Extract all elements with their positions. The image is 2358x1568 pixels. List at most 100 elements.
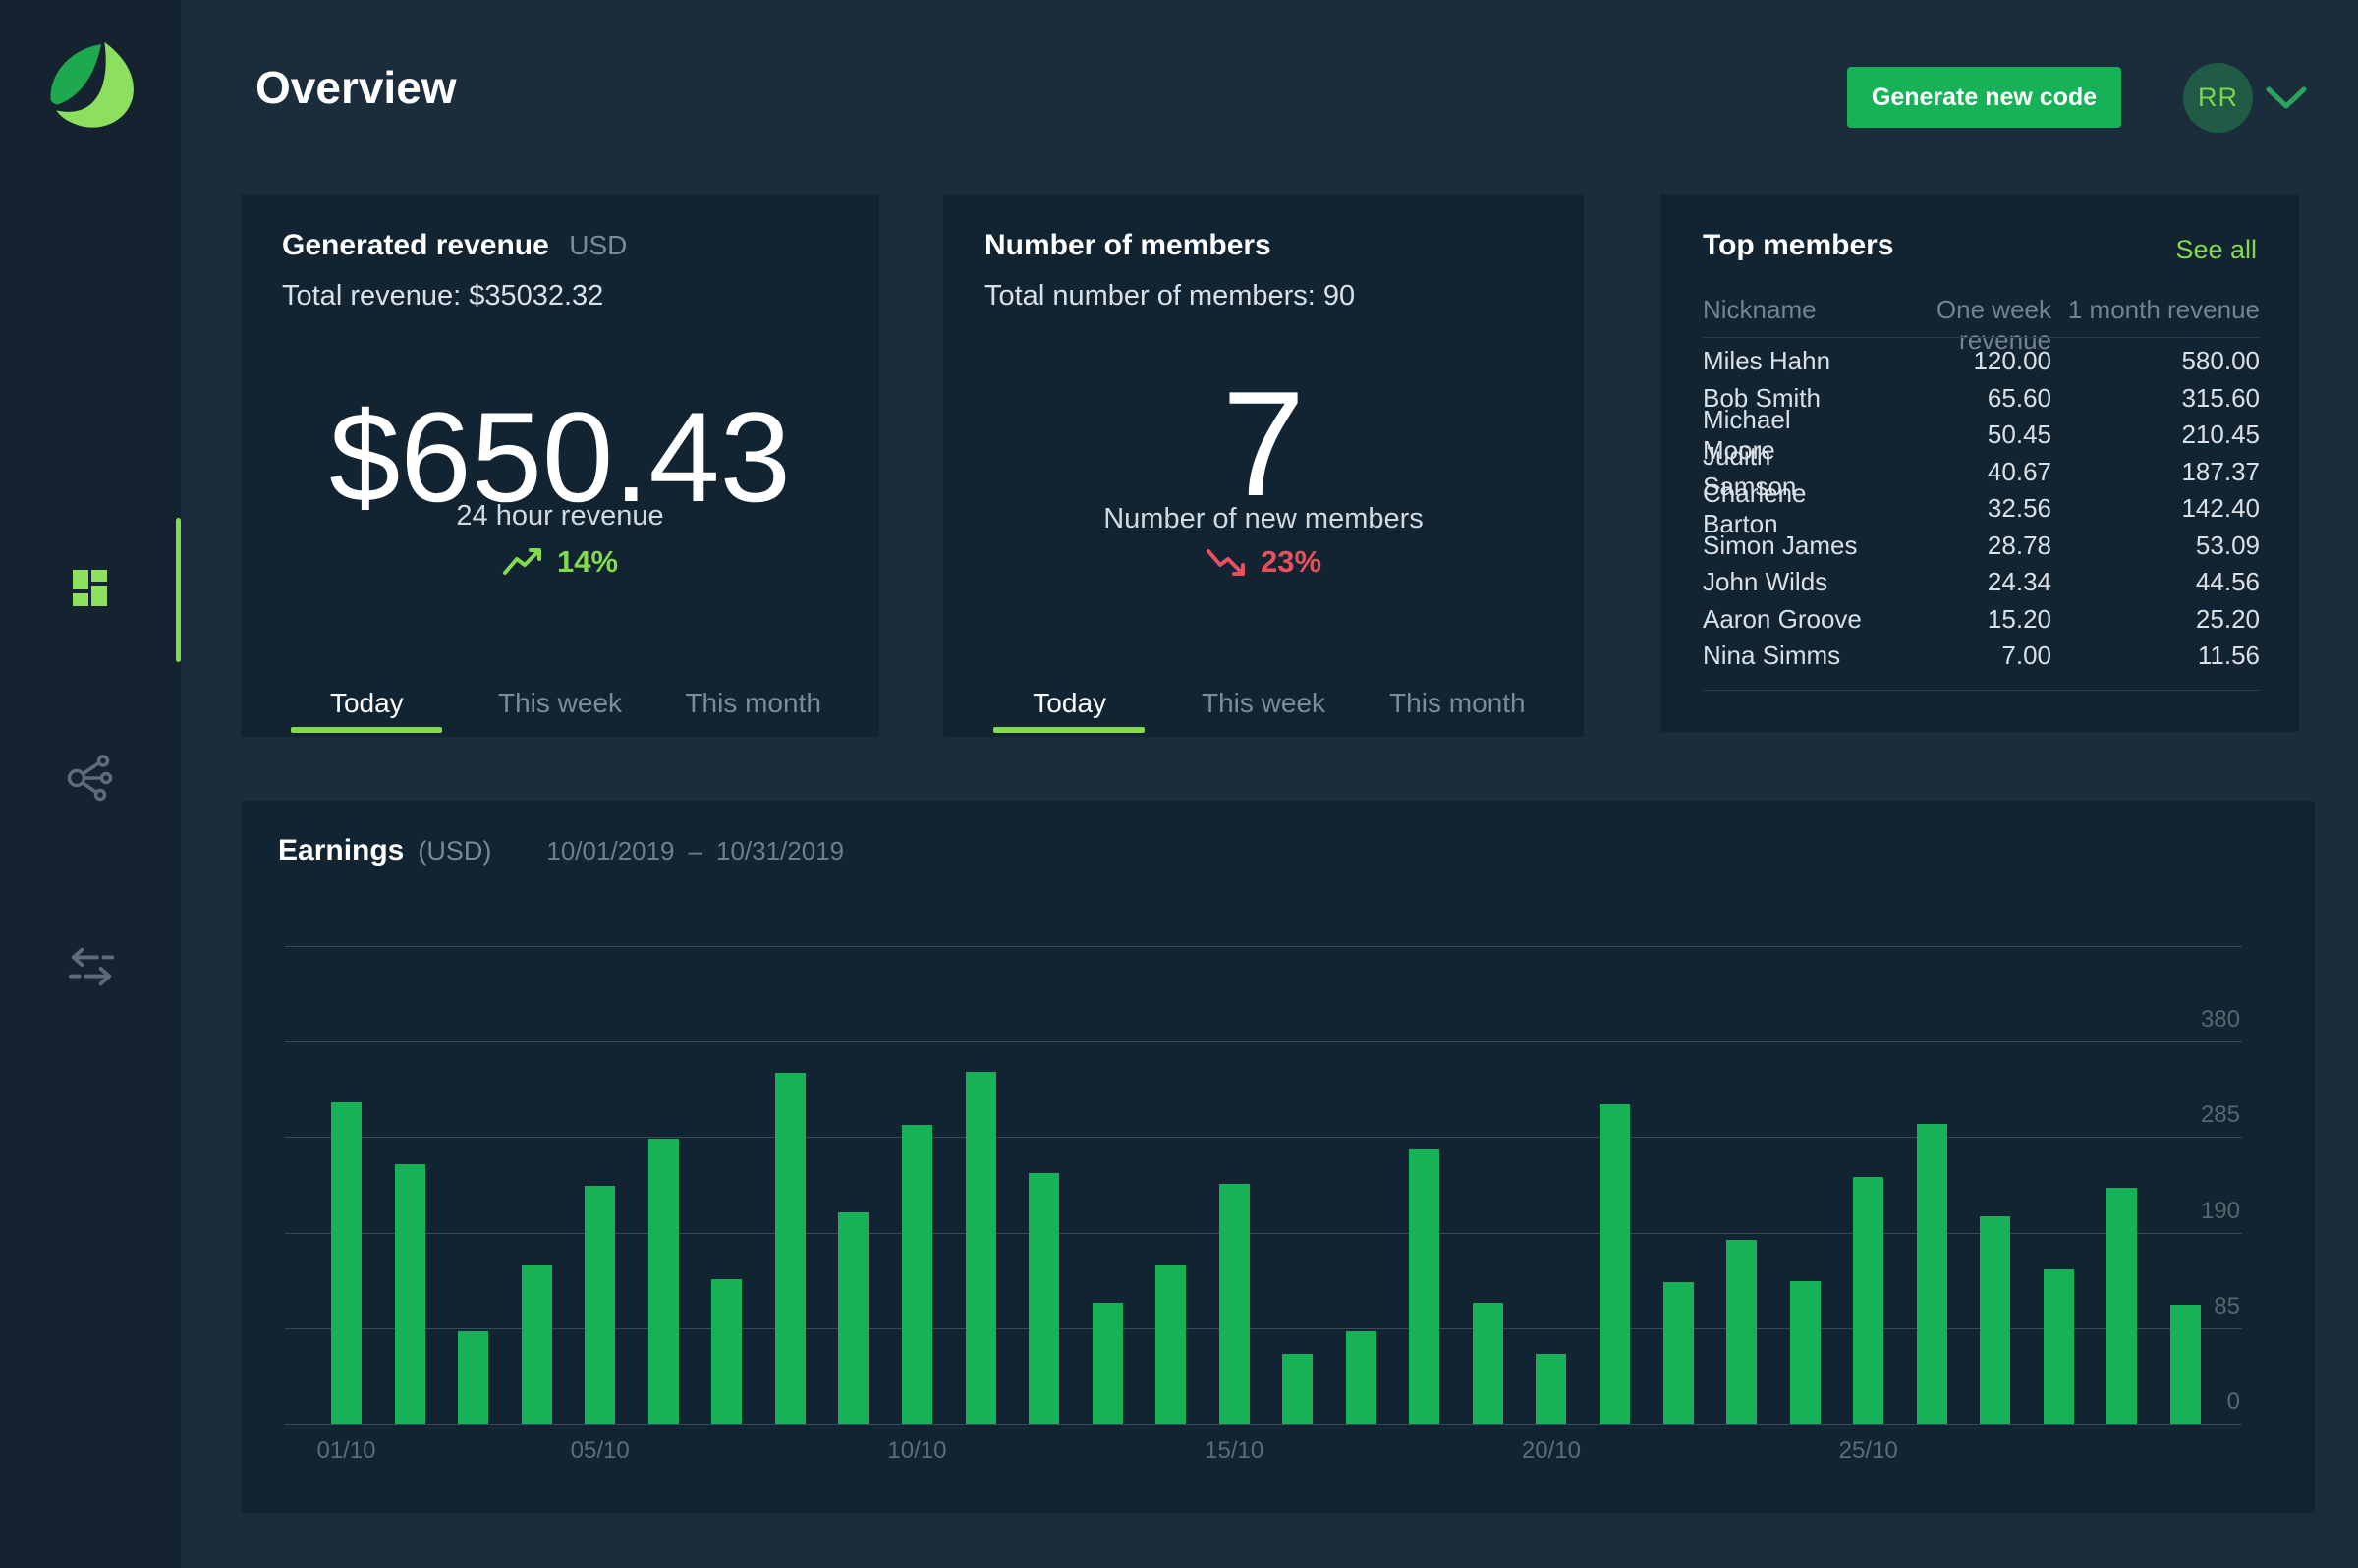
month-revenue: 580.00 bbox=[2181, 346, 2260, 376]
top-members-card: Top members See all Nickname One week re… bbox=[1660, 194, 2299, 732]
top-members-table: Miles Hahn 120.00 580.00 Bob Smith 65.60 315.… bbox=[1703, 343, 2260, 675]
y-axis-label: 285 bbox=[2200, 1101, 2240, 1129]
table-row: Aaron Groove 15.20 25.20 bbox=[1703, 601, 2260, 639]
earnings-bar bbox=[901, 1125, 932, 1424]
revenue-delta: 14% bbox=[241, 544, 879, 579]
tab-this-week[interactable]: This week bbox=[1166, 676, 1360, 737]
table-row: Miles Hahn 120.00 580.00 bbox=[1703, 343, 2260, 380]
member-name: John Wilds bbox=[1703, 567, 1828, 597]
date-from: 10/01/2019 bbox=[546, 836, 675, 866]
gridline bbox=[285, 1137, 2242, 1139]
card-title: Top members bbox=[1703, 229, 1894, 261]
y-axis-label: 0 bbox=[2226, 1388, 2240, 1415]
earnings-bar bbox=[1092, 1302, 1123, 1424]
month-revenue: 315.60 bbox=[2181, 382, 2260, 413]
earnings-bar bbox=[1600, 1103, 1630, 1424]
earnings-bar bbox=[1155, 1264, 1187, 1424]
date-to: 10/31/2019 bbox=[715, 836, 845, 866]
gridline bbox=[285, 1041, 2242, 1043]
chevron-down-icon[interactable] bbox=[2266, 86, 2307, 110]
week-revenue: 120.00 bbox=[1973, 346, 2051, 376]
month-revenue: 44.56 bbox=[2195, 567, 2260, 597]
member-name: Miles Hahn bbox=[1703, 346, 1831, 376]
earnings-bar bbox=[711, 1278, 743, 1424]
generated-revenue-card: Generated revenue USD Total revenue: $35… bbox=[241, 194, 879, 737]
earnings-bar bbox=[838, 1212, 870, 1424]
generate-new-code-button[interactable]: Generate new code bbox=[1847, 67, 2121, 128]
table-row: Charlene Barton 32.56 142.40 bbox=[1703, 478, 2260, 538]
month-revenue: 11.56 bbox=[2197, 641, 2260, 671]
sidebar-item-affiliates[interactable] bbox=[65, 753, 114, 804]
earnings-bar bbox=[1029, 1173, 1060, 1424]
x-axis-label: 05/10 bbox=[570, 1437, 630, 1464]
app-logo[interactable] bbox=[37, 35, 149, 147]
sidebar-item-transfers[interactable] bbox=[67, 943, 116, 990]
card-title: Generated revenue bbox=[282, 229, 549, 261]
app-root: Overview Generate new code RR Generated … bbox=[0, 0, 2358, 1568]
members-period-tabs: Today This week This month bbox=[973, 676, 1554, 737]
earnings-bar bbox=[1726, 1240, 1758, 1424]
earnings-bar bbox=[647, 1139, 679, 1424]
earnings-bar bbox=[1662, 1281, 1694, 1424]
week-revenue: 40.67 bbox=[1987, 456, 2051, 486]
active-nav-indicator bbox=[176, 518, 181, 662]
x-axis-label: 01/10 bbox=[316, 1437, 376, 1464]
date-separator: – bbox=[688, 836, 702, 866]
x-axis-label: 20/10 bbox=[1521, 1437, 1581, 1464]
gridline bbox=[285, 946, 2242, 947]
tab-this-month[interactable]: This month bbox=[1361, 676, 1554, 737]
gridline bbox=[285, 1327, 2242, 1329]
tab-this-week[interactable]: This week bbox=[464, 676, 657, 737]
week-revenue: 15.20 bbox=[1987, 603, 2051, 634]
avatar[interactable]: RR bbox=[2183, 63, 2253, 133]
month-revenue: 187.37 bbox=[2181, 456, 2260, 486]
earnings-bar bbox=[2169, 1304, 2201, 1424]
earnings-bar bbox=[1472, 1302, 1503, 1424]
trend-down-icon bbox=[1206, 549, 1245, 576]
y-axis-label: 380 bbox=[2200, 1006, 2240, 1034]
earnings-currency-label: (USD) bbox=[418, 836, 492, 866]
tab-this-month[interactable]: This month bbox=[656, 676, 850, 737]
x-axis-label: 15/10 bbox=[1205, 1437, 1264, 1464]
sidebar-item-dashboard[interactable] bbox=[73, 570, 108, 606]
active-tab-underline bbox=[993, 727, 1146, 733]
week-revenue: 50.45 bbox=[1987, 420, 2051, 450]
gridline bbox=[285, 1232, 2242, 1234]
see-all-link[interactable]: See all bbox=[2175, 235, 2257, 265]
total-revenue-text: Total revenue: $35032.32 bbox=[282, 280, 604, 311]
gridline bbox=[285, 1424, 2242, 1425]
card-title: Number of members bbox=[984, 229, 1271, 261]
earnings-panel: Earnings (USD) 10/01/2019 – 10/31/2019 3… bbox=[241, 801, 2315, 1513]
week-revenue: 7.00 bbox=[2001, 641, 2051, 671]
week-revenue: 32.56 bbox=[1987, 493, 2051, 524]
sidebar bbox=[0, 0, 181, 1568]
earnings-bar bbox=[1980, 1216, 2011, 1424]
total-members-text: Total number of members: 90 bbox=[984, 280, 1356, 311]
earnings-bar bbox=[1282, 1354, 1314, 1424]
month-revenue: 53.09 bbox=[2195, 530, 2260, 560]
earnings-header: Earnings (USD) 10/01/2019 – 10/31/2019 bbox=[278, 834, 844, 868]
earnings-bar bbox=[965, 1071, 996, 1424]
member-name: Simon James bbox=[1703, 530, 1858, 560]
leaf-logo-icon bbox=[37, 41, 149, 151]
month-revenue: 142.40 bbox=[2181, 493, 2260, 524]
revenue-caption: 24 hour revenue bbox=[456, 500, 664, 532]
earnings-bar bbox=[1916, 1124, 1947, 1424]
week-revenue: 65.60 bbox=[1987, 382, 2051, 413]
date-range: 10/01/2019 – 10/31/2019 bbox=[546, 836, 844, 867]
earnings-bar bbox=[331, 1101, 362, 1424]
week-revenue: 28.78 bbox=[1987, 530, 2051, 560]
active-tab-underline bbox=[291, 727, 443, 733]
y-axis-label: 190 bbox=[2200, 1197, 2240, 1224]
earnings-bar bbox=[1853, 1177, 1884, 1424]
card-currency-label: USD bbox=[569, 230, 628, 260]
divider bbox=[1703, 337, 2260, 338]
number-of-members-card: Number of members Total number of member… bbox=[943, 194, 1584, 737]
month-revenue: 210.45 bbox=[2181, 420, 2260, 450]
earnings-bar bbox=[774, 1072, 806, 1424]
table-row: John Wilds 24.34 44.56 bbox=[1703, 564, 2260, 601]
member-name: Nina Simms bbox=[1703, 641, 1841, 671]
earnings-bar bbox=[585, 1185, 616, 1424]
earnings-bar bbox=[1536, 1354, 1567, 1424]
page-title: Overview bbox=[255, 62, 457, 113]
